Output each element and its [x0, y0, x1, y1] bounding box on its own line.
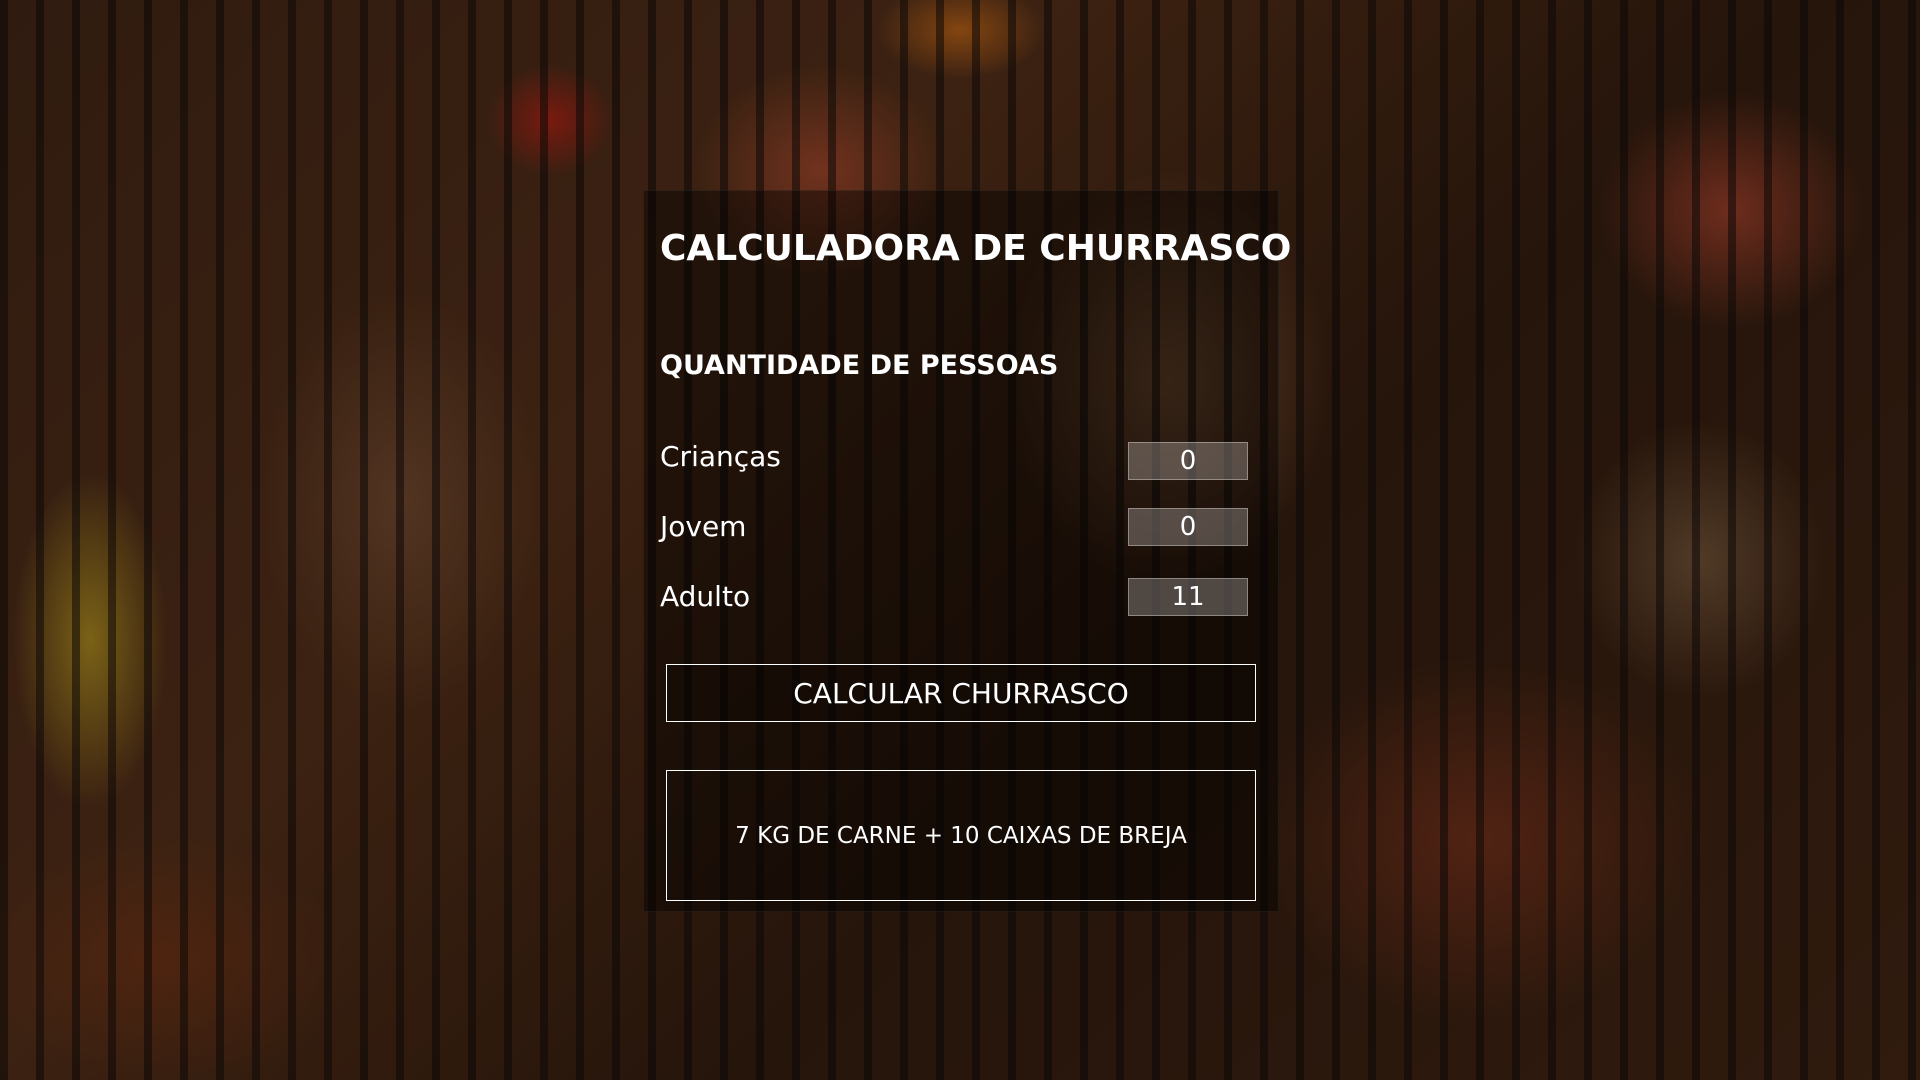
- app-window: CALCULADORA DE CHURRASCO QUANTIDADE DE P…: [0, 0, 1920, 1080]
- children-count-input[interactable]: [1128, 442, 1248, 480]
- calculate-barbecue-button[interactable]: CALCULAR CHURRASCO: [666, 664, 1256, 722]
- youth-label: Jovem: [660, 510, 747, 543]
- adult-count-input[interactable]: [1128, 578, 1248, 616]
- people-section-heading: QUANTIDADE DE PESSOAS: [660, 350, 1059, 381]
- adult-label: Adulto: [660, 580, 751, 613]
- result-text: 7 KG DE CARNE + 10 CAIXAS DE BREJA: [735, 822, 1187, 849]
- children-label: Crianças: [660, 440, 781, 473]
- result-box: 7 KG DE CARNE + 10 CAIXAS DE BREJA: [666, 770, 1256, 901]
- page-title: CALCULADORA DE CHURRASCO: [660, 228, 1292, 269]
- youth-count-input[interactable]: [1128, 508, 1248, 546]
